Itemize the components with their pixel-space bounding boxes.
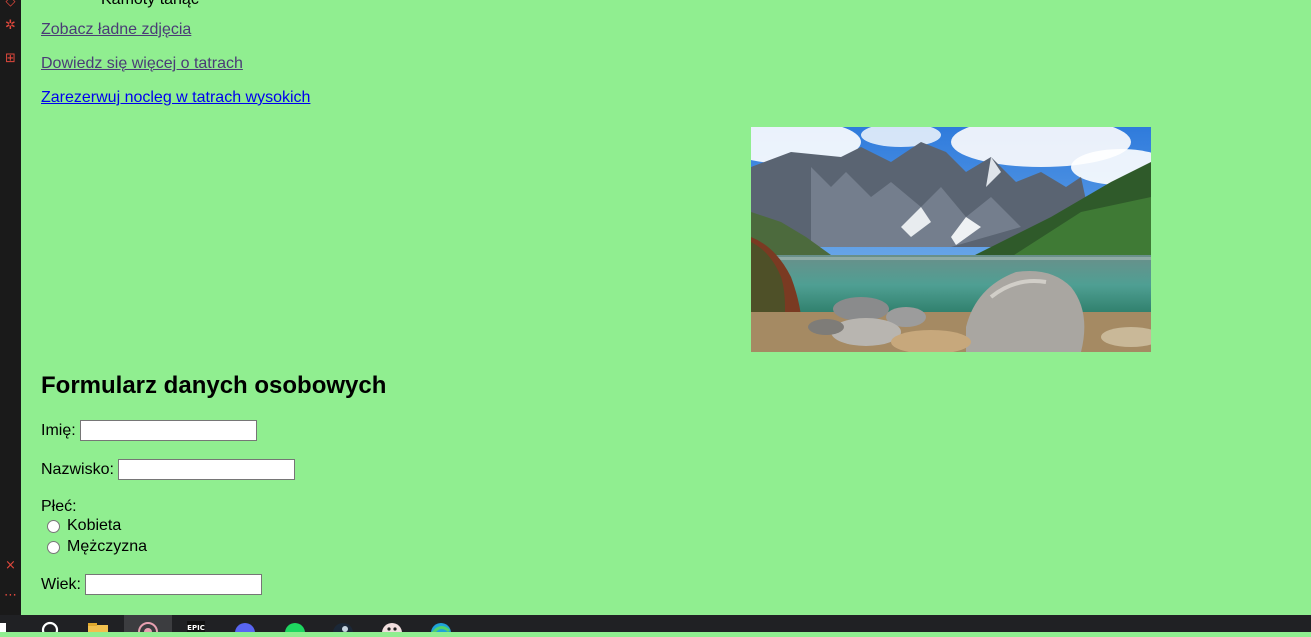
- file-explorer-icon[interactable]: [86, 615, 110, 632]
- last-name-input[interactable]: [117, 459, 295, 480]
- age-input[interactable]: [85, 574, 262, 595]
- discord-icon[interactable]: [233, 615, 257, 637]
- cut-off-text: Kamoty tanąć: [101, 0, 199, 9]
- edge-icon[interactable]: [429, 615, 453, 637]
- taskbar: EPIC: [0, 615, 1311, 637]
- extensions-icon[interactable]: ⊞: [0, 51, 21, 67]
- gender-option-male[interactable]: Mężczyzna: [46, 538, 147, 556]
- gender-radio-female[interactable]: [47, 519, 60, 533]
- gender-option-female[interactable]: Kobieta: [46, 517, 121, 535]
- spotify-icon[interactable]: [283, 615, 307, 637]
- age-row: Wiek:: [41, 574, 262, 595]
- link-learn-more[interactable]: Dowiedz się więcej o tatrach: [41, 55, 243, 73]
- gender-option-label: Kobieta: [67, 517, 122, 534]
- epic-games-icon[interactable]: EPIC: [184, 615, 208, 632]
- git-icon[interactable]: ◇: [0, 0, 21, 10]
- tatra-lake-photo: [751, 127, 1151, 352]
- last-name-row: Nazwisko:: [41, 459, 295, 480]
- avatar-app-icon[interactable]: [380, 615, 404, 637]
- first-name-input[interactable]: [79, 420, 257, 441]
- search-icon[interactable]: [38, 615, 62, 637]
- form-title: Formularz danych osobowych: [41, 372, 387, 399]
- gender-option-label: Mężczyzna: [67, 538, 148, 555]
- first-name-label: Imię:: [41, 421, 76, 439]
- app-icon[interactable]: [124, 615, 172, 637]
- gender-label-row: Płeć:: [41, 498, 77, 516]
- gender-radio-male[interactable]: [47, 540, 60, 554]
- age-label: Wiek:: [41, 575, 81, 593]
- link-photos[interactable]: Zobacz ładne zdjęcia: [41, 21, 191, 39]
- close-icon[interactable]: ×: [0, 558, 21, 574]
- first-name-row: Imię:: [41, 420, 257, 441]
- gender-label: Płeć:: [41, 498, 77, 515]
- more-icon[interactable]: ⋯: [0, 588, 21, 604]
- last-name-label: Nazwisko:: [41, 460, 114, 478]
- editor-activity-bar: ◇ ✲ ⊞ × ⋯: [0, 0, 21, 615]
- steam-icon[interactable]: [331, 615, 355, 637]
- page-content: Kamoty tanąć Zobacz ładne zdjęcia Dowied…: [41, 0, 1311, 615]
- svg-text:EPIC: EPIC: [187, 624, 205, 632]
- start-icon[interactable]: [0, 615, 10, 632]
- debug-icon[interactable]: ✲: [0, 18, 21, 34]
- link-book-lodging[interactable]: Zarezerwuj nocleg w tatrach wysokich: [41, 89, 310, 107]
